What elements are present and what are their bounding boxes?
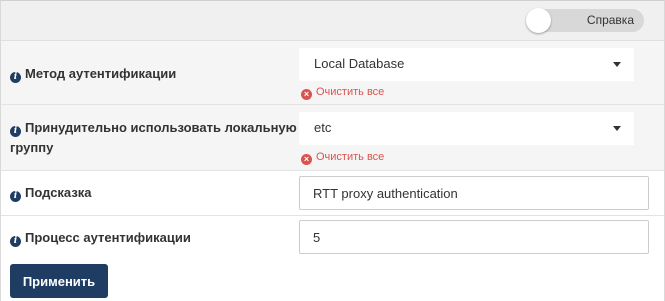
times-circle-icon: × [301, 89, 312, 100]
panel-toolbar: Справка [1, 1, 664, 41]
auth-method-row: i Метод аутентификации Local Database × Оч… [1, 41, 664, 105]
caret-down-icon [613, 126, 621, 131]
help-toggle[interactable]: Справка [526, 8, 644, 33]
auth-method-select[interactable]: Local Database [299, 48, 634, 81]
force-local-group-clear-label: Очистить все [316, 151, 385, 163]
hint-label: Подсказка [25, 185, 92, 200]
auth-process-input[interactable] [299, 220, 649, 254]
hint-row: i Подсказка [1, 171, 664, 216]
auth-method-label-wrap: i Метод аутентификации [10, 64, 176, 84]
force-local-group-clear-all[interactable]: × Очистить все [301, 151, 384, 165]
force-local-group-label-line2: группу [10, 140, 54, 155]
auth-method-label: Метод аутентификации [25, 66, 177, 81]
force-local-group-label-line1: Принудительно использовать локальную [25, 120, 297, 135]
force-local-group-select[interactable]: etc [299, 112, 634, 145]
authentication-settings-panel: Справка i Метод аутентификации Local Data… [0, 0, 665, 301]
force-local-group-label-wrap: i Принудительно использовать локальную гр… [10, 118, 297, 158]
info-icon[interactable]: i [10, 236, 21, 247]
apply-button[interactable]: Применить [10, 264, 108, 298]
auth-method-value: Local Database [314, 56, 405, 71]
auth-method-clear-label: Очистить все [316, 86, 385, 98]
times-circle-icon: × [301, 154, 312, 165]
auth-process-label: Процесс аутентификации [25, 230, 191, 245]
force-local-group-value: etc [314, 120, 332, 135]
help-toggle-label: Справка [586, 13, 634, 27]
hint-input[interactable] [299, 176, 649, 210]
info-icon[interactable]: i [10, 191, 21, 202]
hint-label-wrap: i Подсказка [10, 183, 92, 203]
force-local-group-row: i Принудительно использовать локальную гр… [1, 105, 664, 171]
auth-process-label-wrap: i Процесс аутентификации [10, 228, 191, 248]
info-icon[interactable]: i [10, 126, 21, 137]
auth-method-clear-all[interactable]: × Очистить все [301, 86, 384, 100]
toggle-knob[interactable] [526, 8, 551, 33]
auth-process-row: i Процесс аутентификации [1, 216, 664, 259]
info-icon[interactable]: i [10, 72, 21, 83]
caret-down-icon [613, 62, 621, 67]
